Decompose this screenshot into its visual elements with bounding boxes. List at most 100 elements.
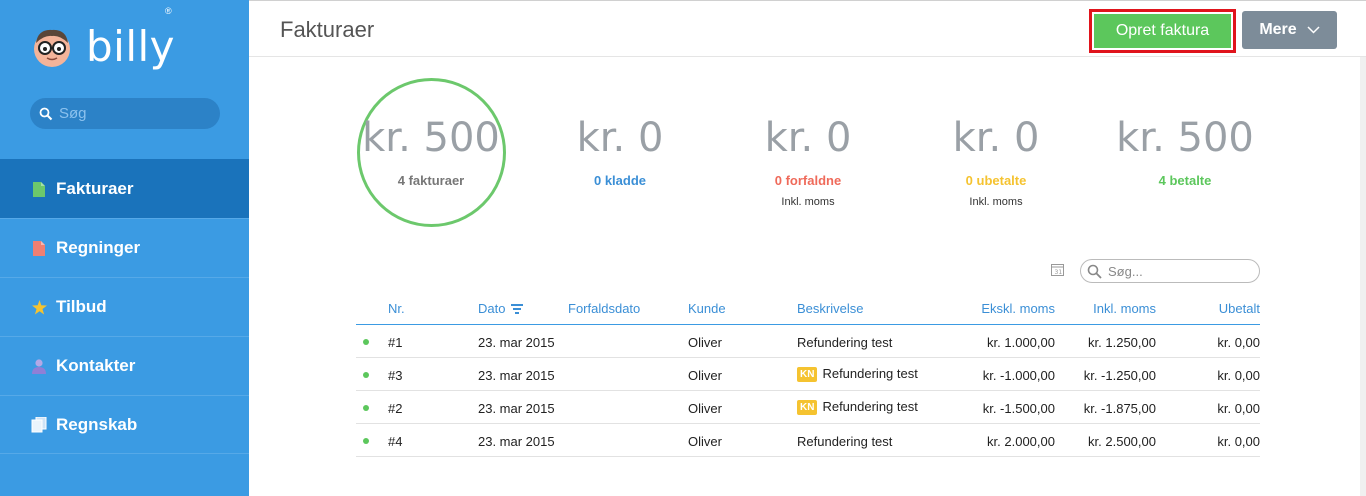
sidebar-item-label: Regninger (56, 238, 141, 257)
billy-face-icon (30, 25, 74, 69)
create-invoice-highlight: Opret faktura (1089, 9, 1236, 53)
cell-unpaid: kr. 0,00 (1217, 368, 1260, 383)
column-header-description[interactable]: Beskrivelse (797, 301, 863, 316)
sidebar-item-regninger[interactable]: Regninger (0, 218, 249, 277)
sort-icon (511, 304, 524, 314)
cell-date: 23. mar 2015 (478, 401, 555, 416)
table-row[interactable]: #2 23. mar 2015 Oliver KN Refundering tes… (356, 391, 1260, 424)
search-icon (39, 107, 53, 120)
stat-label: 4 betalte (1158, 173, 1212, 188)
cell-unpaid: kr. 0,00 (1217, 401, 1260, 416)
sidebar-item-label: Regnskab (56, 414, 138, 434)
sidebar-item-label: Tilbud (56, 297, 107, 316)
credit-note-badge: KN (797, 400, 818, 415)
page-header: Fakturaer Opret faktura Mere (249, 0, 1366, 57)
sidebar-item-fakturaer[interactable]: Fakturaer (0, 159, 249, 218)
stat-amount: kr. 0 (952, 115, 1040, 161)
sidebar-search-input[interactable] (59, 105, 209, 122)
sidebar-item-kontakter[interactable]: Kontakter (0, 336, 249, 395)
cell-excl-vat: kr. -1.000,00 (982, 368, 1055, 383)
stat-label: 4 fakturaer (397, 173, 465, 188)
table-row[interactable]: #3 23. mar 2015 Oliver KN Refundering tes… (356, 358, 1260, 391)
column-header-excl-vat[interactable]: Ekskl. moms (981, 301, 1055, 316)
sidebar: billy ® Fakturaer Regninger Tilbud (0, 0, 249, 496)
sidebar-search[interactable] (30, 98, 220, 129)
sidebar-nav: Fakturaer Regninger Tilbud Kontakter Reg… (0, 159, 249, 454)
more-button[interactable]: Mere (1242, 11, 1337, 49)
status-dot (363, 438, 369, 444)
stat-subtext: Inkl. moms (969, 196, 1023, 208)
sidebar-item-tilbud[interactable]: Tilbud (0, 277, 249, 336)
status-dot (363, 405, 369, 411)
table-search-input[interactable] (1108, 263, 1248, 279)
column-header-label: Dato (478, 301, 506, 316)
column-header-incl-vat[interactable]: Inkl. moms (1093, 301, 1156, 316)
description-text: Refundering test (822, 366, 918, 381)
stat-amount: kr. 0 (576, 115, 664, 161)
stat-amount: kr. 0 (764, 115, 852, 161)
column-header-nr[interactable]: Nr. (388, 301, 405, 316)
cell-incl-vat: kr. 1.250,00 (1088, 335, 1156, 350)
credit-note-badge: KN (797, 367, 818, 382)
cell-description: KN Refundering test (797, 399, 918, 415)
cell-incl-vat: kr. -1.250,00 (1083, 368, 1156, 383)
person-icon (31, 358, 47, 374)
column-header-due[interactable]: Forfaldsdato (568, 301, 640, 316)
stat-label: 0 kladde (593, 173, 647, 188)
cell-nr: #3 (388, 368, 403, 383)
scrollbar[interactable] (1360, 57, 1366, 496)
page-title: Fakturaer (280, 17, 375, 42)
cell-excl-vat: kr. 1.000,00 (987, 335, 1055, 350)
status-dot (363, 339, 369, 345)
cell-description: Refundering test (797, 434, 893, 449)
cell-date: 23. mar 2015 (478, 368, 555, 383)
stat-all[interactable]: kr. 500 4 fakturaer (331, 115, 531, 188)
chevron-down-icon (1307, 26, 1320, 34)
brand-name: billy (86, 22, 176, 71)
cell-unpaid: kr. 0,00 (1217, 335, 1260, 350)
table-row[interactable]: #1 23. mar 2015 Oliver Refundering test … (356, 325, 1260, 358)
status-dot (363, 372, 369, 378)
cell-date: 23. mar 2015 (478, 434, 555, 449)
logo[interactable]: billy (30, 22, 175, 72)
cell-customer: Oliver (688, 401, 722, 416)
description-text: Refundering test (822, 399, 918, 414)
stat-overdue[interactable]: kr. 0 0 forfaldne Inkl. moms (708, 115, 908, 208)
cell-nr: #1 (388, 335, 403, 350)
cell-customer: Oliver (688, 335, 722, 350)
cell-incl-vat: kr. -1.875,00 (1083, 401, 1156, 416)
cell-nr: #2 (388, 401, 403, 416)
cell-excl-vat: kr. -1.500,00 (982, 401, 1055, 416)
more-button-label: Mere (1259, 21, 1297, 38)
sidebar-item-label: Kontakter (56, 356, 136, 375)
stat-label: 0 forfaldne (774, 173, 842, 188)
cell-description: Refundering test (797, 335, 893, 350)
sidebar-item-regnskab[interactable]: Regnskab (0, 395, 249, 454)
table-header: Nr. Dato Forfaldsdato Kunde Beskrivelse … (356, 292, 1260, 325)
cell-nr: #4 (388, 434, 403, 449)
cell-description: KN Refundering test (797, 366, 918, 382)
table-row[interactable]: #4 23. mar 2015 Oliver Refundering test … (356, 424, 1260, 457)
stat-drafts[interactable]: kr. 0 0 kladde (520, 115, 720, 188)
stat-amount: kr. 500 (1116, 115, 1254, 161)
cell-incl-vat: kr. 2.500,00 (1088, 434, 1156, 449)
stat-amount: kr. 500 (362, 115, 500, 161)
table-search[interactable] (1080, 259, 1260, 283)
create-invoice-button[interactable]: Opret faktura (1094, 14, 1231, 48)
search-icon (1087, 264, 1102, 279)
column-header-customer[interactable]: Kunde (688, 301, 726, 316)
cell-customer: Oliver (688, 368, 722, 383)
svg-text:31: 31 (1055, 269, 1063, 276)
column-header-unpaid[interactable]: Ubetalt (1219, 301, 1260, 316)
stat-label: 0 ubetalte (965, 173, 1027, 188)
calendar-icon[interactable]: 31 (1051, 263, 1064, 281)
stat-subtext: Inkl. moms (781, 196, 835, 208)
sidebar-item-label: Fakturaer (56, 179, 134, 198)
books-icon (31, 416, 47, 433)
invoice-icon (31, 181, 47, 197)
column-header-date[interactable]: Dato (478, 301, 524, 316)
cell-date: 23. mar 2015 (478, 335, 555, 350)
stat-unpaid[interactable]: kr. 0 0 ubetalte Inkl. moms (896, 115, 1096, 208)
stat-paid[interactable]: kr. 500 4 betalte (1085, 115, 1285, 188)
registered-mark: ® (165, 6, 172, 16)
